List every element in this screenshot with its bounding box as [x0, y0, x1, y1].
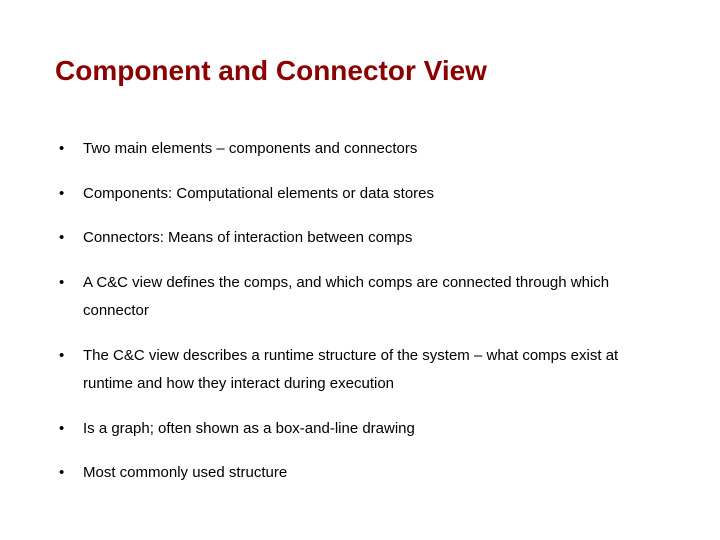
bullet-list: Two main elements – components and conne… — [55, 135, 665, 488]
list-item: Components: Computational elements or da… — [55, 180, 665, 209]
list-item: Connectors: Means of interaction between… — [55, 224, 665, 253]
list-item: Most commonly used structure — [55, 459, 665, 488]
slide-title: Component and Connector View — [55, 55, 665, 87]
list-item: Two main elements – components and conne… — [55, 135, 665, 164]
list-item: Is a graph; often shown as a box-and-lin… — [55, 415, 665, 444]
list-item: A C&C view defines the comps, and which … — [55, 269, 665, 326]
list-item: The C&C view describes a runtime structu… — [55, 342, 665, 399]
